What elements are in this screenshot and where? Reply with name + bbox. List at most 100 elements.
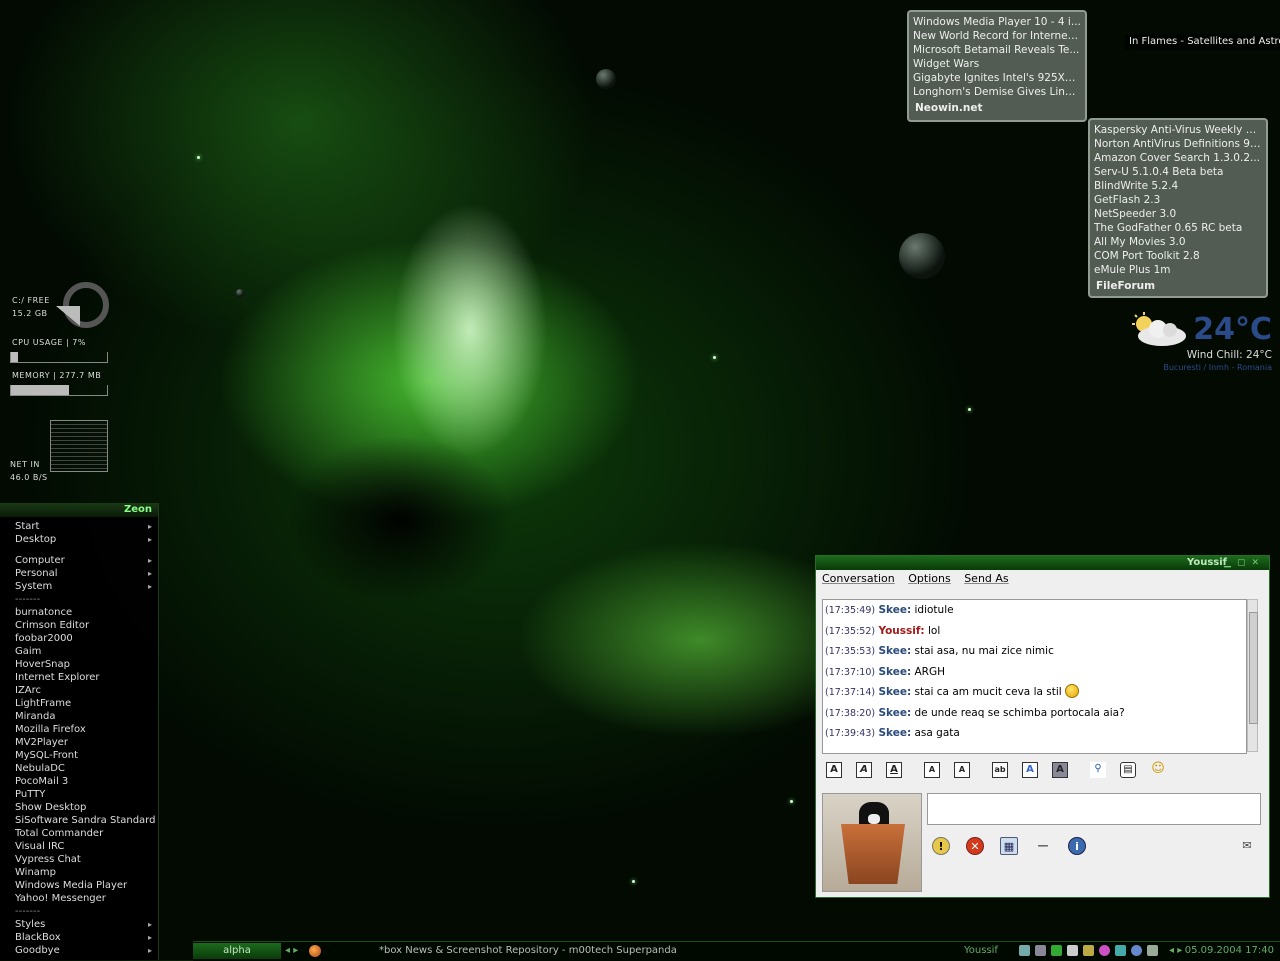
maximize-icon[interactable]: ▢ xyxy=(1237,558,1252,568)
menu-item[interactable]: BlackBox xyxy=(0,931,158,944)
menu-item[interactable]: Total Commander xyxy=(0,827,158,840)
menu-item[interactable]: Gaim xyxy=(0,645,158,658)
tray-app-icon[interactable] xyxy=(1051,945,1062,956)
font-face-icon[interactable]: ab xyxy=(992,762,1008,778)
gaim-icon[interactable] xyxy=(1099,945,1110,956)
rss-item[interactable]: eMule Plus 1m xyxy=(1094,263,1262,277)
rss-item[interactable]: Amazon Cover Search 1.3.0.2... xyxy=(1094,151,1262,165)
menu-item[interactable]: Computer xyxy=(0,554,158,567)
rss-item[interactable]: All My Movies 3.0 xyxy=(1094,235,1262,249)
tray-arrows[interactable]: ◂ ▸ xyxy=(1169,942,1182,960)
menu-item[interactable]: Yahoo! Messenger xyxy=(0,892,158,905)
rss-item[interactable]: The GodFather 0.65 RC beta xyxy=(1094,221,1262,235)
link-icon[interactable]: ⚲ xyxy=(1090,762,1106,778)
play-icon[interactable] xyxy=(1067,945,1078,956)
rss-item[interactable]: Windows Media Player 10 - 4 i... xyxy=(913,15,1081,29)
rss-item[interactable]: Kaspersky Anti-Virus Weekly U... xyxy=(1094,123,1262,137)
menu-item[interactable]: IZArc xyxy=(0,684,158,697)
menu-conversation[interactable]: Conversation xyxy=(822,572,895,585)
menu-item[interactable]: Vypress Chat xyxy=(0,853,158,866)
bold-icon[interactable]: A xyxy=(826,762,842,778)
chat-message: (17:37:14) Skee: stai ca am mucit ceva l… xyxy=(823,682,1246,703)
menu-send-as[interactable]: Send As xyxy=(964,572,1008,585)
chat-titlebar[interactable]: Youssif ▁▢✕ xyxy=(816,556,1269,570)
cpu-bar xyxy=(10,352,108,363)
menu-item[interactable]: Visual IRC xyxy=(0,840,158,853)
menu-item[interactable]: MySQL-Front xyxy=(0,749,158,762)
send-file-icon[interactable]: ▦ xyxy=(1000,837,1018,855)
rss-item[interactable]: Serv-U 5.1.0.4 Beta beta xyxy=(1094,165,1262,179)
menu-item[interactable]: burnatonce xyxy=(0,606,158,619)
smiley-icon[interactable]: ☺ xyxy=(1150,762,1166,778)
foreground-color-icon[interactable]: A xyxy=(1022,762,1038,778)
rss-item[interactable]: Widget Wars xyxy=(913,57,1081,71)
message-text: stai ca am mucit ceva la stil xyxy=(914,686,1062,698)
network-icon[interactable] xyxy=(1019,945,1030,956)
menu-item[interactable]: SiSoftware Sandra Standard xyxy=(0,814,158,827)
rss-item[interactable]: New World Record for Internet... xyxy=(913,29,1081,43)
messenger-icon[interactable] xyxy=(1083,945,1094,956)
memory-bar-fill xyxy=(11,385,69,395)
menu-item[interactable]: LightFrame xyxy=(0,697,158,710)
rss-item[interactable]: Gigabyte Ignites Intel's 925XE... xyxy=(913,71,1081,85)
menu-item[interactable]: NebulaDC xyxy=(0,762,158,775)
rss-item[interactable]: Norton AntiVirus Definitions 9/3... xyxy=(1094,137,1262,151)
close-icon[interactable]: ✕ xyxy=(1251,558,1265,568)
workspace-arrows[interactable]: ◂ ▸ xyxy=(285,942,298,960)
menu-item[interactable]: Mozilla Firefox xyxy=(0,723,158,736)
warn-icon[interactable]: ! xyxy=(932,837,950,855)
menu-item[interactable]: PuTTY xyxy=(0,788,158,801)
block-icon[interactable]: ✕ xyxy=(966,837,984,855)
menu-item[interactable]: Windows Media Player xyxy=(0,879,158,892)
start-menu: Zeon StartDesktopComputerPersonalSystem-… xyxy=(0,503,159,960)
rss-item[interactable]: GetFlash 2.3 xyxy=(1094,193,1262,207)
minimize-icon[interactable]: ▁ xyxy=(1224,558,1237,568)
menu-item[interactable]: Goodbye xyxy=(0,944,158,957)
active-window-title[interactable]: *box News & Screenshot Repository - m00t… xyxy=(379,942,677,960)
scrollbar-thumb[interactable] xyxy=(1249,612,1258,724)
update-icon[interactable] xyxy=(1131,945,1142,956)
rss-item[interactable]: COM Port Toolkit 2.8 xyxy=(1094,249,1262,263)
send-icon[interactable]: ✉ xyxy=(1238,837,1256,855)
antivirus-icon[interactable] xyxy=(1147,945,1158,956)
menu-item[interactable]: Miranda xyxy=(0,710,158,723)
message-input[interactable] xyxy=(927,793,1261,825)
font-larger-icon[interactable]: A xyxy=(924,762,940,778)
menu-item[interactable]: MV2Player xyxy=(0,736,158,749)
menu-item[interactable]: System xyxy=(0,580,158,593)
firefox-icon[interactable] xyxy=(309,945,321,957)
volume-icon[interactable] xyxy=(1115,945,1126,956)
menu-options[interactable]: Options xyxy=(908,572,950,585)
rss-source-neowin[interactable]: Neowin.net xyxy=(913,102,1081,114)
menu-item[interactable]: Crimson Editor xyxy=(0,619,158,632)
underline-icon[interactable]: A xyxy=(886,762,902,778)
background-color-icon[interactable]: A xyxy=(1052,762,1068,778)
workspace-label[interactable]: alpha xyxy=(193,943,281,959)
menu-item[interactable]: Styles xyxy=(0,918,158,931)
memory-bar xyxy=(10,385,108,396)
rss-item[interactable]: Microsoft Betamail Reveals Te... xyxy=(913,43,1081,57)
weather-location[interactable]: Bucuresti / Inmh - Romania xyxy=(1163,363,1272,372)
menu-item[interactable]: Start xyxy=(0,520,158,533)
monitor-icon[interactable] xyxy=(1035,945,1046,956)
weather-widget: 24°C Wind Chill: 24°C Bucuresti / Inmh -… xyxy=(1128,312,1278,374)
menu-item[interactable]: Show Desktop xyxy=(0,801,158,814)
remove-icon[interactable]: — xyxy=(1034,837,1052,855)
rss-item[interactable]: Longhorn's Demise Gives Linu... xyxy=(913,85,1081,99)
menu-item[interactable]: Personal xyxy=(0,567,158,580)
rss-source-fileforum[interactable]: FileForum xyxy=(1094,280,1262,292)
menu-item[interactable]: PocoMail 3 xyxy=(0,775,158,788)
menu-item[interactable]: Winamp xyxy=(0,866,158,879)
chat-log-scrollbar[interactable] xyxy=(1247,599,1258,752)
image-icon[interactable]: ▤ xyxy=(1120,762,1136,778)
menu-item[interactable]: foobar2000 xyxy=(0,632,158,645)
italic-icon[interactable]: A xyxy=(856,762,872,778)
font-smaller-icon[interactable]: A xyxy=(954,762,970,778)
menu-item[interactable]: Internet Explorer xyxy=(0,671,158,684)
info-icon[interactable]: i xyxy=(1068,837,1086,855)
menu-item[interactable]: HoverSnap xyxy=(0,658,158,671)
chat-task[interactable]: Youssif xyxy=(964,942,998,960)
rss-item[interactable]: NetSpeeder 3.0 xyxy=(1094,207,1262,221)
rss-item[interactable]: BlindWrite 5.2.4 xyxy=(1094,179,1262,193)
menu-item[interactable]: Desktop xyxy=(0,533,158,546)
